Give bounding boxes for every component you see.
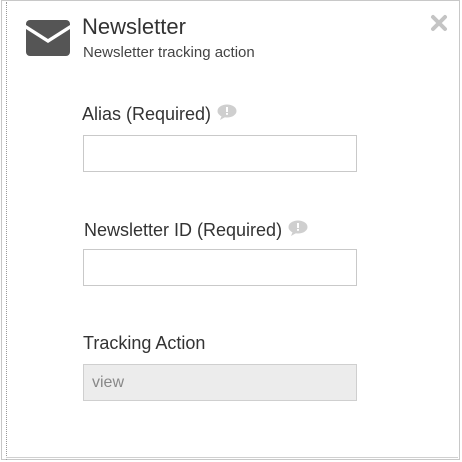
tracking-action-field <box>83 364 357 401</box>
close-icon[interactable] <box>430 14 448 32</box>
tracking-action-label: Tracking Action <box>83 333 206 353</box>
tracking-action-label-row: Tracking Action <box>83 333 205 354</box>
newsletter-id-label-row: Newsletter ID (Required) <box>84 220 308 241</box>
comment-bubble-icon[interactable] <box>217 104 237 120</box>
panel-bottom-divider <box>6 457 458 458</box>
panel-subtitle: Newsletter tracking action <box>83 44 255 61</box>
envelope-icon <box>26 20 70 56</box>
newsletter-id-label: Newsletter ID (Required) <box>84 220 283 240</box>
comment-bubble-icon[interactable] <box>288 220 308 236</box>
newsletter-panel: Newsletter Newsletter tracking action Al… <box>0 0 462 462</box>
alias-label: Alias (Required) <box>82 104 212 124</box>
alias-label-row: Alias (Required) <box>82 104 237 125</box>
alias-input[interactable] <box>83 135 357 172</box>
panel-title: Newsletter <box>82 14 186 39</box>
newsletter-id-input[interactable] <box>83 249 357 286</box>
panel-left-divider <box>6 2 7 460</box>
